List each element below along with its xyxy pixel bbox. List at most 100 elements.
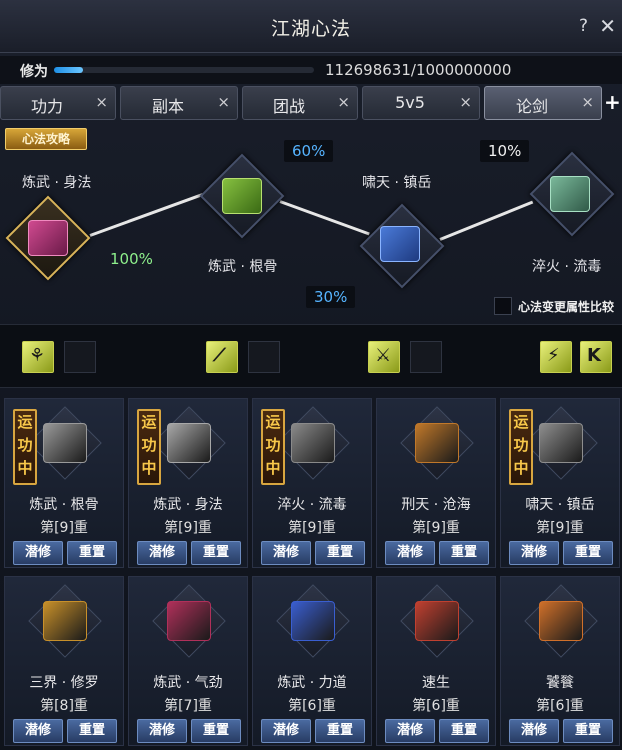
method-name: 速生 <box>422 675 450 691</box>
connector-line <box>89 193 204 237</box>
train-button[interactable]: 潜修 <box>13 541 63 565</box>
skill-row: ⚘ ⟋ ⚔ ⚡ K <box>0 324 622 388</box>
skill-icon-3[interactable]: ⚔ <box>368 341 400 373</box>
node-label: 炼武 · 身法 <box>22 175 92 191</box>
method-card[interactable]: 运功中啸天 · 镇岳 第[9]重 潜修 重置 <box>500 398 620 568</box>
train-button[interactable]: 潜修 <box>509 541 559 565</box>
method-level: 第[8]重 <box>40 698 88 714</box>
cultivation-label: 修为 <box>20 64 48 80</box>
train-button[interactable]: 潜修 <box>137 719 187 743</box>
method-card[interactable]: 三界 · 修罗 第[8]重潜修 重置 <box>4 576 124 746</box>
kick-icon: K <box>587 345 601 366</box>
tab-close-icon[interactable]: × <box>459 93 472 111</box>
percent-label: 100% <box>110 250 153 268</box>
train-button[interactable]: 潜修 <box>261 541 311 565</box>
percent-label: 60% <box>284 140 334 162</box>
skill-slot[interactable] <box>410 341 442 373</box>
reset-button[interactable]: 重置 <box>563 541 613 565</box>
skill-icon-1[interactable]: ⚘ <box>22 341 54 373</box>
tab-close-icon[interactable]: × <box>95 93 108 111</box>
running-char: 功 <box>17 436 33 454</box>
method-name: 刑天 · 沧海 <box>401 497 471 513</box>
method-card[interactable]: 运功中炼武 · 根骨 第[9]重 潜修 重置 <box>4 398 124 568</box>
train-button[interactable]: 潜修 <box>385 541 435 565</box>
skill-icon-5[interactable]: K <box>580 341 612 373</box>
connector-line <box>279 200 370 236</box>
node-label: 炼武 · 根骨 <box>208 259 278 275</box>
book-icon <box>550 176 590 212</box>
skill-icon-2[interactable]: ⟋ <box>206 341 238 373</box>
skill-icon-4[interactable]: ⚡ <box>540 341 572 373</box>
method-name: 啸天 · 镇岳 <box>525 497 595 513</box>
book-icon <box>167 423 211 463</box>
book-icon <box>380 226 420 262</box>
tab-bar: 功力 × 副本 × 团战 × 5v5 × 论剑 × + <box>0 84 622 120</box>
reset-button[interactable]: 重置 <box>315 719 365 743</box>
reset-button[interactable]: 重置 <box>191 541 241 565</box>
method-name: 淬火 · 流毒 <box>277 497 347 513</box>
tab-fuben[interactable]: 副本 × <box>120 86 238 120</box>
window-title: 江湖心法 <box>270 18 351 40</box>
tab-lunjian[interactable]: 论剑 × <box>484 86 602 120</box>
tab-label: 团战 <box>272 97 305 116</box>
reset-button[interactable]: 重置 <box>67 719 117 743</box>
tab-close-icon[interactable]: × <box>337 93 350 111</box>
book-icon <box>222 178 262 214</box>
method-card[interactable]: 运功中炼武 · 身法 第[9]重 潜修 重置 <box>128 398 248 568</box>
train-button[interactable]: 潜修 <box>261 719 311 743</box>
method-name: 三界 · 修罗 <box>29 675 99 691</box>
cultivation-value: 112698631/1000000000 <box>325 61 512 79</box>
running-char: 中 <box>141 459 157 477</box>
train-button[interactable]: 潜修 <box>13 719 63 743</box>
train-button[interactable]: 潜修 <box>509 719 559 743</box>
book-icon <box>291 423 335 463</box>
tab-gongli[interactable]: 功力 × <box>0 86 116 120</box>
book-icon <box>539 601 583 641</box>
reset-button[interactable]: 重置 <box>67 541 117 565</box>
method-card[interactable]: 炼武 · 力道 第[6]重 潜修 重置 <box>252 576 372 746</box>
reset-button[interactable]: 重置 <box>439 719 489 743</box>
reset-button[interactable]: 重置 <box>563 719 613 743</box>
node-label: 淬火 · 流毒 <box>532 259 602 275</box>
running-char: 运 <box>17 413 33 431</box>
method-level: 第[6]重 <box>288 698 336 714</box>
tab-label: 论剑 <box>515 97 548 116</box>
reset-button[interactable]: 重置 <box>439 541 489 565</box>
close-button[interactable]: ✕ <box>599 14 616 38</box>
cultivation-progress-fill <box>54 67 84 73</box>
train-button[interactable]: 潜修 <box>385 719 435 743</box>
node-label: 啸天 · 镇岳 <box>362 175 432 191</box>
running-char: 功 <box>141 436 157 454</box>
tab-close-icon[interactable]: × <box>217 93 230 111</box>
percent-label: 10% <box>480 140 530 162</box>
running-char: 功 <box>513 436 529 454</box>
method-card[interactable]: 速生 第[6]重 潜修 重置 <box>376 576 496 746</box>
add-tab-button[interactable]: + <box>604 90 621 114</box>
method-level: 第[6]重 <box>536 698 584 714</box>
method-name: 炼武 · 身法 <box>153 497 223 513</box>
skill-slot[interactable] <box>248 341 280 373</box>
tab-tuanzhan[interactable]: 团战 × <box>242 86 358 120</box>
reset-button[interactable]: 重置 <box>191 719 241 743</box>
train-button[interactable]: 潜修 <box>137 541 187 565</box>
method-card[interactable]: 炼武 · 气劲 第[7]重 潜修 重置 <box>128 576 248 746</box>
running-char: 运 <box>265 413 281 431</box>
tab-label: 5v5 <box>395 93 425 112</box>
strategy-badge: 心法攻略 <box>5 128 87 150</box>
reset-button[interactable]: 重置 <box>315 541 365 565</box>
method-level: 第[9]重 <box>412 520 460 536</box>
window: 江湖心法 ? ✕ 修为 112698631/1000000000 功力 × 副本… <box>0 0 622 750</box>
book-icon <box>28 220 68 256</box>
tab-close-icon[interactable]: × <box>581 93 594 111</box>
help-button[interactable]: ? <box>579 16 588 36</box>
tab-5v5[interactable]: 5v5 × <box>362 86 480 120</box>
method-card[interactable]: 饕餮 第[6]重 潜修 重置 <box>500 576 620 746</box>
skill-slot[interactable] <box>64 341 96 373</box>
method-card[interactable]: 刑天 · 沧海 第[9]重潜修 重置 <box>376 398 496 568</box>
running-badge: 运功中 <box>261 409 285 485</box>
compare-checkbox[interactable] <box>494 297 512 315</box>
strike-icon: ⚔ <box>375 345 392 366</box>
method-level: 第[9]重 <box>536 520 584 536</box>
method-card[interactable]: 运功中淬火 · 流毒 第[9]重 潜修 重置 <box>252 398 372 568</box>
percent-label: 30% <box>306 286 356 308</box>
